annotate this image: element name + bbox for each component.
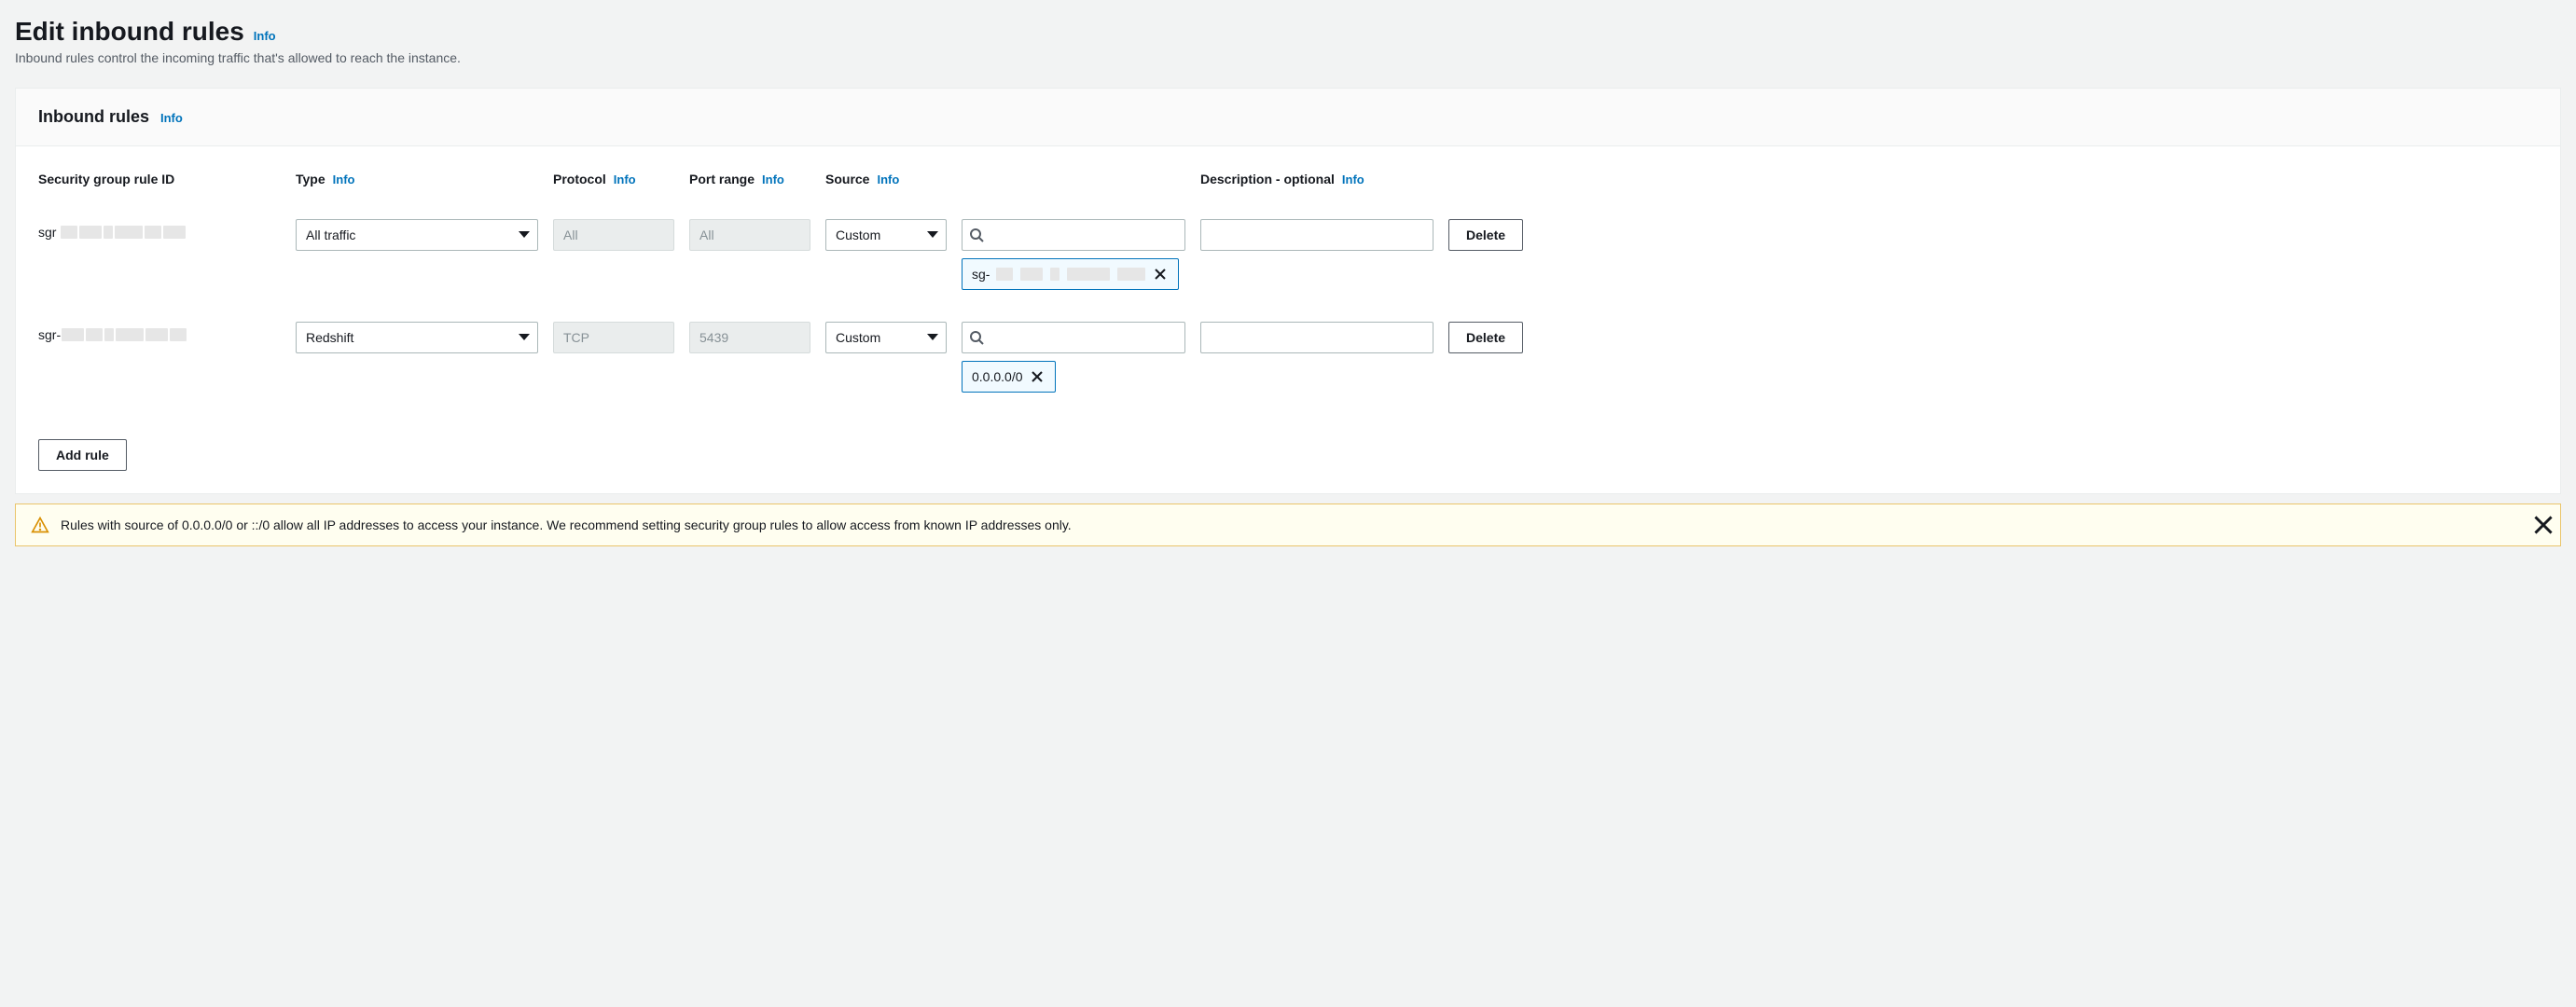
inbound-rules-panel: Inbound rules Info Security group rule I… xyxy=(15,88,2561,494)
source-mode-select[interactable]: Custom xyxy=(825,322,947,353)
col-protocol-label: Protocol xyxy=(553,169,606,191)
col-type: Type Info xyxy=(296,169,538,191)
source-mode-value: Custom xyxy=(836,228,880,242)
chevron-down-icon xyxy=(519,334,530,340)
source-token-text: 0.0.0.0/0 xyxy=(972,369,1023,384)
panel-info-link[interactable]: Info xyxy=(160,111,183,125)
delete-button[interactable]: Delete xyxy=(1448,219,1523,251)
source-search-input[interactable] xyxy=(962,322,1185,353)
col-source-info[interactable]: Info xyxy=(877,170,899,190)
description-input[interactable] xyxy=(1200,219,1433,251)
col-description-info[interactable]: Info xyxy=(1342,170,1364,190)
col-port-range-label: Port range xyxy=(689,169,755,191)
page-title: Edit inbound rules xyxy=(15,17,244,47)
col-type-label: Type xyxy=(296,169,325,191)
rule-id-prefix: sgr- xyxy=(38,327,61,342)
type-select[interactable]: Redshift xyxy=(296,322,538,353)
rule-row: sgr- Redshift Custom xyxy=(38,314,2538,417)
page-info-link[interactable]: Info xyxy=(254,29,276,43)
panel-heading: Inbound rules xyxy=(38,107,149,127)
source-mode-value: Custom xyxy=(836,330,880,345)
source-token-text: sg- xyxy=(972,267,990,282)
warning-alert: Rules with source of 0.0.0.0/0 or ::/0 a… xyxy=(15,504,2561,546)
warning-icon xyxy=(31,516,49,534)
chevron-down-icon xyxy=(927,334,938,340)
chevron-down-icon xyxy=(519,231,530,238)
col-description-label: Description - optional xyxy=(1200,169,1335,191)
page-subtitle: Inbound rules control the incoming traff… xyxy=(15,50,2561,65)
rule-id-prefix: sgr xyxy=(38,225,56,240)
port-range-input xyxy=(689,322,810,353)
type-select-value: All traffic xyxy=(306,228,355,242)
col-rule-id: Security group rule ID xyxy=(38,169,281,191)
col-port-range-info[interactable]: Info xyxy=(762,170,784,190)
col-protocol: Protocol Info xyxy=(553,169,674,191)
close-icon[interactable] xyxy=(2534,516,2553,534)
chevron-down-icon xyxy=(927,231,938,238)
remove-token-icon[interactable] xyxy=(1029,368,1046,385)
col-source: Source Info xyxy=(825,169,947,191)
rule-row: sgr All traffic Custom xyxy=(38,212,2538,314)
col-rule-id-label: Security group rule ID xyxy=(38,169,174,191)
protocol-input xyxy=(553,219,674,251)
col-source-label: Source xyxy=(825,169,869,191)
col-port-range: Port range Info xyxy=(689,169,810,191)
add-rule-button[interactable]: Add rule xyxy=(38,439,127,471)
col-type-info[interactable]: Info xyxy=(333,170,355,190)
remove-token-icon[interactable] xyxy=(1152,266,1169,283)
warning-text: Rules with source of 0.0.0.0/0 or ::/0 a… xyxy=(61,517,1072,532)
source-token[interactable]: sg- xyxy=(962,258,1179,290)
rule-id: sgr- xyxy=(38,322,281,342)
type-select[interactable]: All traffic xyxy=(296,219,538,251)
col-description: Description - optional Info xyxy=(1200,169,1433,191)
col-protocol-info[interactable]: Info xyxy=(614,170,636,190)
type-select-value: Redshift xyxy=(306,330,353,345)
protocol-input xyxy=(553,322,674,353)
port-range-input xyxy=(689,219,810,251)
description-input[interactable] xyxy=(1200,322,1433,353)
rule-id: sgr xyxy=(38,219,281,240)
source-token[interactable]: 0.0.0.0/0 xyxy=(962,361,1056,393)
source-search-input[interactable] xyxy=(962,219,1185,251)
delete-button[interactable]: Delete xyxy=(1448,322,1523,353)
source-mode-select[interactable]: Custom xyxy=(825,219,947,251)
